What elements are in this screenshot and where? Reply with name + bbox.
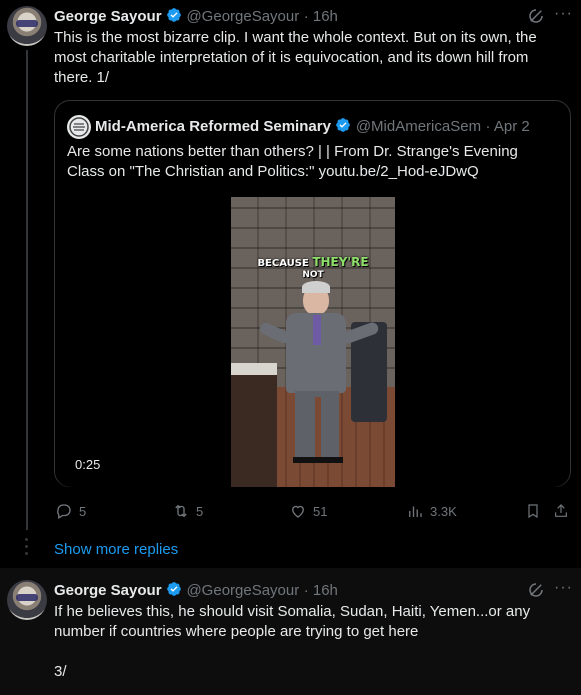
speaker-tie (313, 315, 321, 345)
author-name[interactable]: George Sayour (54, 582, 162, 599)
speaker-leg-gap (315, 397, 321, 459)
tweet-3[interactable]: George Sayour @GeorgeSayour · 16h ··· If… (0, 568, 581, 695)
grok-icon[interactable] (527, 7, 545, 30)
like-button[interactable]: 51 (289, 502, 327, 520)
share-icon (555, 504, 567, 517)
repost-button[interactable]: 5 (172, 502, 203, 520)
reply-count: 5 (79, 503, 87, 519)
avatar[interactable] (7, 580, 47, 620)
repost-count: 5 (196, 503, 204, 519)
podium (231, 365, 277, 487)
more-dots-icon[interactable]: ··· (554, 5, 573, 23)
tweet-header: George Sayour @GeorgeSayour · 16h (54, 581, 338, 600)
tweet-time[interactable]: · 16h (304, 582, 338, 599)
quote-time[interactable]: · Apr 2 (486, 118, 530, 135)
views-count: 3.3K (430, 503, 457, 519)
verified-badge-icon (335, 118, 355, 135)
avatar[interactable] (7, 6, 47, 46)
like-count: 51 (313, 503, 328, 519)
thread-connector-line (26, 50, 28, 530)
tweet-time[interactable]: · 16h (304, 8, 338, 25)
more-dots-icon[interactable]: ··· (554, 579, 573, 597)
podium-top (231, 363, 277, 375)
quoted-tweet-card[interactable]: Mid-America Reformed Seminary @MidAmeric… (54, 100, 571, 487)
author-name[interactable]: George Sayour (54, 8, 162, 25)
heart-icon (292, 505, 304, 518)
reply-icon (57, 504, 71, 519)
video-player[interactable]: BECAUSE THEY'RE NOT 0:25 (55, 191, 570, 487)
speaker-hair (302, 281, 330, 293)
reply-button[interactable]: 5 (55, 502, 86, 520)
grok-icon[interactable] (527, 581, 545, 604)
tweet-text: This is the most bizarre clip. I want th… (54, 29, 537, 86)
verified-badge-icon (166, 582, 186, 599)
views-chart-icon (409, 506, 422, 517)
show-more-replies-link[interactable]: Show more replies (54, 541, 178, 558)
video-frame[interactable]: BECAUSE THEY'RE NOT (231, 197, 395, 487)
quote-avatar[interactable] (67, 115, 91, 139)
quote-author-handle[interactable]: @MidAmericaSem (356, 118, 481, 135)
caption-word-theyre: THEY'RE (312, 255, 369, 269)
verified-badge-icon (166, 8, 186, 25)
speaker-shoes (293, 457, 343, 463)
tweet-text: If he believes this, he should visit Som… (54, 603, 531, 680)
share-button[interactable] (553, 502, 575, 520)
repost-icon (175, 504, 187, 518)
thread-dots-icon (25, 538, 29, 560)
bookmark-button[interactable] (525, 502, 547, 520)
bookmark-icon (528, 504, 538, 519)
author-handle[interactable]: @GeorgeSayour (186, 582, 299, 599)
video-duration: 0:25 (75, 457, 101, 472)
video-caption: BECAUSE THEY'RE NOT (231, 255, 395, 281)
quote-header: Mid-America Reformed Seminary @MidAmeric… (95, 117, 530, 136)
tweet-header: George Sayour @GeorgeSayour · 16h (54, 7, 338, 26)
caption-word-not: NOT (302, 270, 324, 280)
quote-text: Are some nations better than others? | |… (67, 143, 518, 180)
views-button[interactable]: 3.3K (406, 502, 457, 520)
caption-word-because: BECAUSE (257, 258, 309, 269)
quote-author-name[interactable]: Mid-America Reformed Seminary (95, 118, 331, 135)
author-handle[interactable]: @GeorgeSayour (186, 8, 299, 25)
